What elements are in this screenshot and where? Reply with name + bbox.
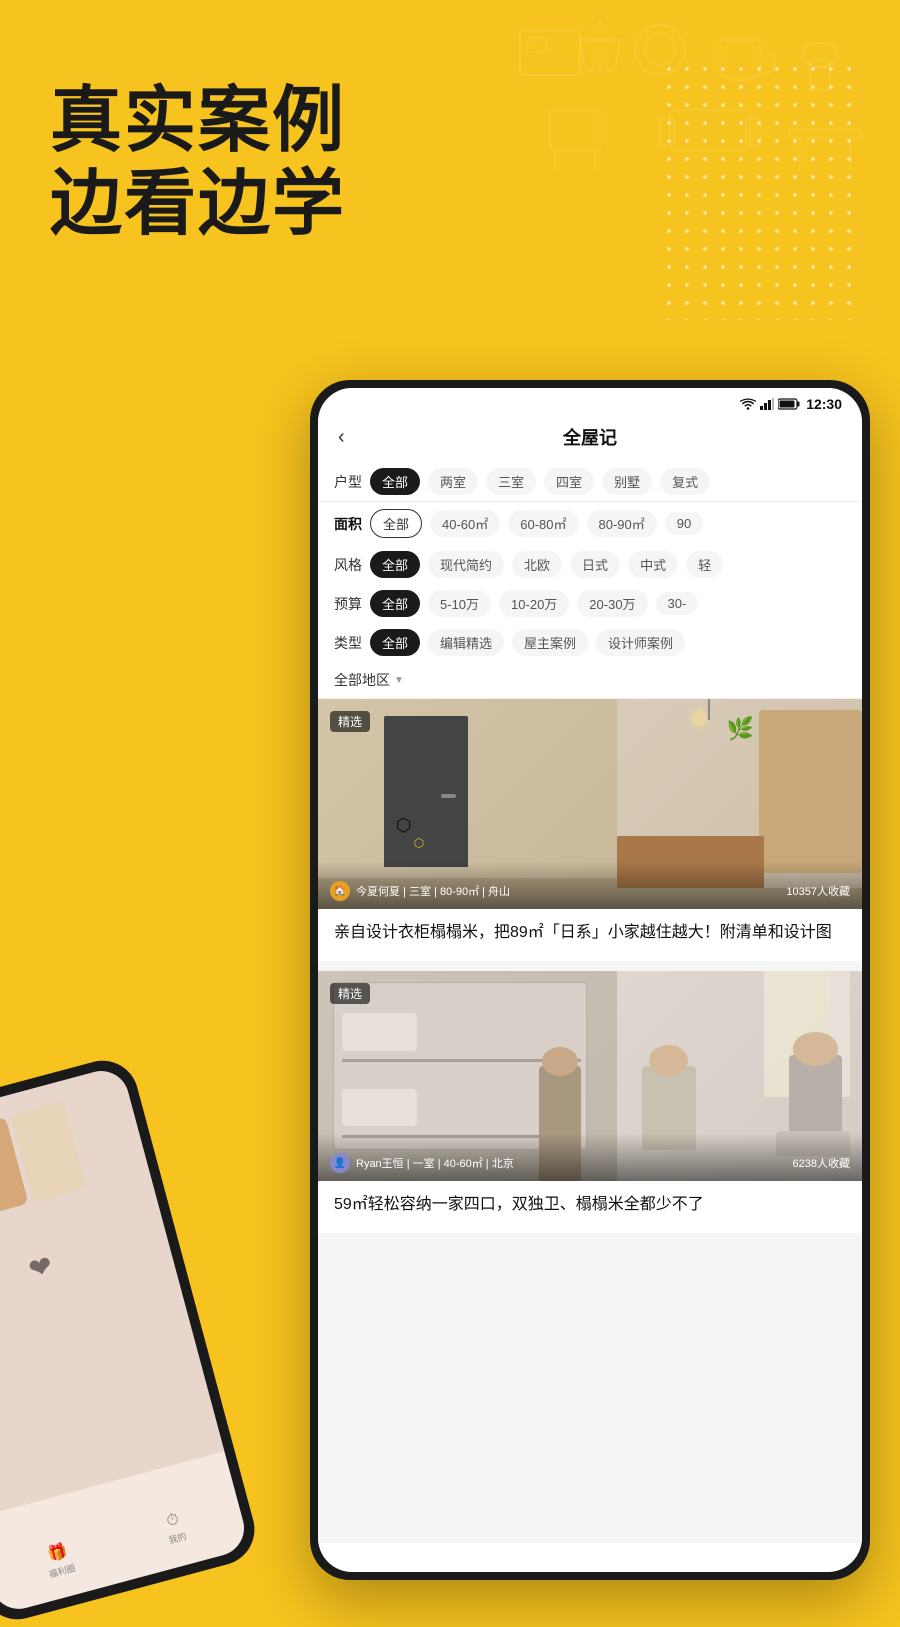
card-1-meta: 🏠 今夏何夏 | 三室 | 80-90㎡ | 舟山 10357人收藏	[318, 861, 862, 909]
signal-icon	[760, 398, 774, 410]
back-button[interactable]: ‹	[338, 426, 345, 449]
status-bar: 12:30	[318, 388, 862, 416]
card-2-image: 精选	[318, 971, 862, 1181]
filter-tag-yusuan-all[interactable]: 全部	[370, 590, 420, 617]
filter-tag-leixing-editor[interactable]: 编辑精选	[428, 629, 504, 656]
back-phone-nav-welfare: 🎁 福利圈	[42, 1540, 77, 1581]
region-arrow-icon: ▼	[394, 675, 404, 686]
filter-tag-leixing-owner[interactable]: 屋主案例	[512, 629, 588, 656]
card-2-title: 59㎡轻松容纳一家四口，双独卫、榻榻米全都少不了	[318, 1181, 862, 1233]
filter-tag-fengge-modern[interactable]: 现代简约	[428, 551, 504, 578]
filter-tag-mianji-all[interactable]: 全部	[370, 509, 422, 538]
filter-tag-yusuan-20[interactable]: 20-30万	[577, 590, 647, 617]
card-1-meta-text: 今夏何夏 | 三室 | 80-90㎡ | 舟山	[356, 883, 780, 899]
card-2-meta-text: Ryan王恒 | 一室 | 40-60㎡ | 北京	[356, 1155, 787, 1171]
filter-tag-huxing-2[interactable]: 两室	[428, 468, 478, 495]
filter-row-fengge: 风格 全部 现代简约 北欧 日式 中式 轻	[318, 545, 862, 584]
phone-screen: 12:30 ‹ 全屋记 户型 全部 两室 三室 四室 别墅 复式 面积 全部 4	[318, 388, 862, 1572]
card-1-badge: 精选	[330, 711, 370, 732]
filter-tag-mianji-40[interactable]: 40-60㎡	[430, 510, 500, 537]
filter-tag-yusuan-10[interactable]: 10-20万	[499, 590, 569, 617]
battery-icon	[778, 398, 800, 410]
card-2-badge: 精选	[330, 983, 370, 1004]
filter-tag-fengge-japan[interactable]: 日式	[570, 551, 620, 578]
filter-row-leixing: 类型 全部 编辑精选 屋主案例 设计师案例	[318, 623, 862, 662]
card-1-saves: 10357人收藏	[786, 883, 850, 899]
hero-title: 真实案例 边看边学	[50, 80, 346, 246]
filter-tag-huxing-3[interactable]: 三室	[486, 468, 536, 495]
filter-row-yusuan: 预算 全部 5-10万 10-20万 20-30万 30-	[318, 584, 862, 623]
page-title: 全屋记	[563, 424, 617, 450]
dot-pattern-decoration	[660, 60, 860, 320]
card-1-avatar: 🏠	[330, 881, 350, 901]
filter-tag-mianji-90[interactable]: 90	[665, 512, 703, 535]
region-label: 全部地区	[334, 670, 390, 690]
hero-section: 真实案例 边看边学	[50, 80, 346, 246]
filter-tag-mianji-80[interactable]: 80-90㎡	[587, 510, 657, 537]
filter-tag-fengge-all[interactable]: 全部	[370, 551, 420, 578]
filter-tag-yusuan-30[interactable]: 30-	[656, 592, 699, 615]
filter-label-yusuan: 预算	[334, 594, 362, 614]
app-header: ‹ 全屋记	[318, 416, 862, 462]
filter-tag-leixing-all[interactable]: 全部	[370, 629, 420, 656]
card-1[interactable]: 精选 ⬡ ⬡	[318, 699, 862, 961]
card-2-avatar: 👤	[330, 1153, 350, 1173]
filter-tag-fengge-chinese[interactable]: 中式	[628, 551, 678, 578]
filter-tag-fengge-light[interactable]: 轻	[686, 551, 723, 578]
status-icons	[740, 398, 800, 410]
phone-main-mockup: 12:30 ‹ 全屋记 户型 全部 两室 三室 四室 别墅 复式 面积 全部 4	[310, 380, 870, 1580]
card-1-title: 亲自设计衣柜榻榻米，把89㎡「日系」小家越住越大！附清单和设计图	[318, 909, 862, 961]
back-phone-nav-mine: ⏱ 我的	[162, 1510, 188, 1548]
filter-tag-huxing-duplex[interactable]: 复式	[660, 468, 710, 495]
filter-row-mianji: 面积 全部 40-60㎡ 60-80㎡ 80-90㎡ 90	[318, 501, 862, 545]
filter-label-leixing: 类型	[334, 633, 362, 653]
card-2-meta: 👤 Ryan王恒 | 一室 | 40-60㎡ | 北京 6238人收藏	[318, 1133, 862, 1181]
filter-section: 户型 全部 两室 三室 四室 别墅 复式 面积 全部 40-60㎡ 60-80㎡…	[318, 462, 862, 699]
card-2[interactable]: 精选	[318, 971, 862, 1233]
filter-label-huxing: 户型	[334, 472, 362, 492]
wifi-icon	[740, 398, 756, 410]
filter-tag-huxing-all[interactable]: 全部	[370, 468, 420, 495]
content-list: 精选 ⬡ ⬡	[318, 699, 862, 1543]
filter-row-huxing: 户型 全部 两室 三室 四室 别墅 复式	[318, 462, 862, 501]
filter-tag-fengge-nordic[interactable]: 北欧	[512, 551, 562, 578]
phone-back-mockup: 🎁 福利圈 ⏱ 我的 ❤ 17	[0, 1053, 263, 1627]
card-2-saves: 6238人收藏	[793, 1155, 850, 1171]
filter-tag-yusuan-5[interactable]: 5-10万	[428, 590, 491, 617]
filter-tag-leixing-designer[interactable]: 设计师案例	[596, 629, 685, 656]
filter-tag-huxing-villa[interactable]: 别墅	[602, 468, 652, 495]
filter-label-mianji: 面积	[334, 514, 362, 534]
filter-tag-mianji-60[interactable]: 60-80㎡	[508, 510, 578, 537]
filter-tag-huxing-4[interactable]: 四室	[544, 468, 594, 495]
status-time: 12:30	[806, 396, 842, 412]
region-dropdown[interactable]: 全部地区 ▼	[318, 662, 862, 698]
filter-label-fengge: 风格	[334, 555, 362, 575]
card-1-image: 精选 ⬡ ⬡	[318, 699, 862, 909]
